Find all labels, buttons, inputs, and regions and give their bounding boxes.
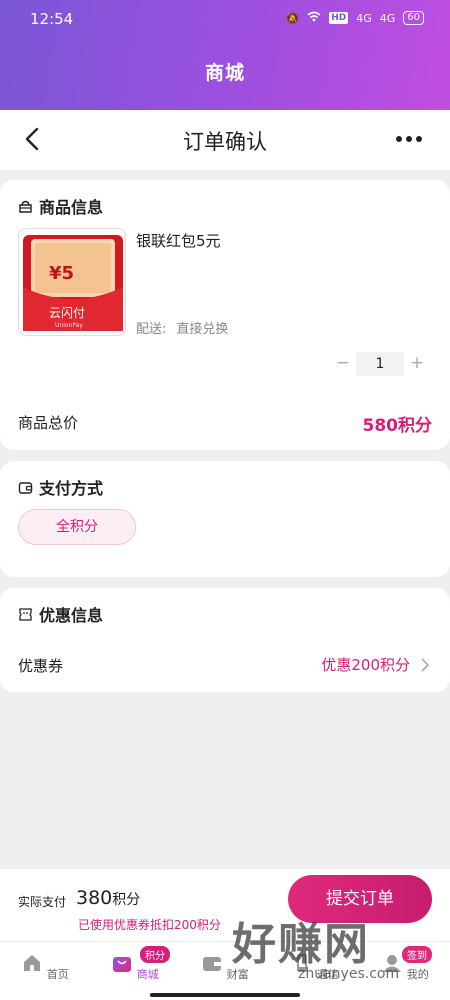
coupon-icon <box>19 607 32 621</box>
app-header: 12:54 🔕 HD 4G 4G 60 商城 <box>0 0 450 110</box>
thumb-amount: ¥5 <box>49 263 74 284</box>
thumb-brand: 云闪付 <box>49 306 85 320</box>
page-title: 订单确认 <box>183 130 267 154</box>
wallet-icon <box>203 957 222 971</box>
quantity-decrease-button[interactable]: − <box>330 352 356 376</box>
home-indicator[interactable] <box>150 993 300 997</box>
signal-icon: 4G <box>356 11 372 25</box>
wallet-icon <box>18 481 33 494</box>
actual-pay-label: 实际支付 <box>18 895 67 909</box>
actual-pay-number: 380 <box>76 887 113 909</box>
payment-section-header: 支付方式 <box>18 475 103 499</box>
app-title: 商城 <box>204 62 245 84</box>
checkin-badge: 签到 <box>402 946 432 963</box>
coupon-value: 优惠200积分 <box>321 656 410 674</box>
product-image[interactable]: ¥5 云闪付 UnionPay <box>18 228 126 336</box>
coupon-label: 优惠券 <box>18 657 64 675</box>
status-bar: 12:54 🔕 HD 4G 4G 60 <box>0 0 450 40</box>
shipping-info: 配送: 直接兑换 <box>136 318 228 337</box>
points-badge: 积分 <box>140 946 170 963</box>
bag-icon <box>19 200 32 213</box>
tab-label: 商城 <box>136 968 159 981</box>
chevron-right-icon <box>421 657 430 672</box>
total-value: 580积分 <box>362 416 433 436</box>
actual-pay-amount: 380积分 <box>76 887 140 909</box>
hd-icon: HD <box>329 12 349 24</box>
shopping-bag-icon <box>113 957 132 972</box>
section-title: 支付方式 <box>39 479 104 498</box>
more-button[interactable] <box>396 136 422 142</box>
product-section-header: 商品信息 <box>18 194 103 218</box>
section-title: 优惠信息 <box>39 606 104 625</box>
nav-bar: 订单确认 <box>0 110 450 170</box>
discount-note: 已使用优惠券抵扣200积分 <box>78 918 221 932</box>
watermark-url: zhuanyes.com <box>298 966 400 982</box>
dot-icon <box>416 136 422 142</box>
watermark-logo: 好赚网 <box>232 919 370 970</box>
coupon-selector[interactable]: 优惠200积分 <box>321 654 430 675</box>
home-icon <box>24 955 41 971</box>
payment-option-points[interactable]: 全积分 <box>18 509 136 545</box>
status-time: 12:54 <box>30 10 74 28</box>
shipping-value: 直接兑换 <box>176 322 229 337</box>
dot-icon <box>396 136 402 142</box>
total-label: 商品总价 <box>18 414 79 432</box>
quantity-stepper: − 1 + <box>330 352 430 376</box>
discount-section-header: 优惠信息 <box>18 602 103 626</box>
thumb-brand-en: UnionPay <box>55 322 83 329</box>
battery-icon: 60 <box>403 11 424 25</box>
product-name: 银联红包5元 <box>136 232 221 250</box>
wifi-icon <box>307 11 321 25</box>
actual-pay-unit: 积分 <box>112 892 141 908</box>
tab-label: 首页 <box>46 968 69 981</box>
tab-home[interactable]: 首页 <box>0 952 90 982</box>
quantity-input[interactable]: 1 <box>356 352 404 376</box>
mute-icon: 🔕 <box>285 11 300 25</box>
shipping-label: 配送: <box>136 322 167 337</box>
discount-card: 优惠信息 优惠券 优惠200积分 <box>0 588 450 692</box>
quantity-increase-button[interactable]: + <box>404 352 430 376</box>
status-icons: 🔕 HD 4G 4G 60 <box>285 11 424 25</box>
tab-label: 我的 <box>406 968 429 981</box>
section-title: 商品信息 <box>39 198 104 217</box>
red-envelope-icon: ¥5 云闪付 UnionPay <box>23 235 123 331</box>
product-card: 商品信息 ¥5 云闪付 UnionPay 银联红包5元 配送: 直接兑换 − 1 … <box>0 180 450 450</box>
signal-icon: 4G <box>379 11 396 25</box>
payment-card: 支付方式 全积分 <box>0 461 450 577</box>
dot-icon <box>406 136 412 142</box>
checkout-bar: 实际支付 380积分 已使用优惠券抵扣200积分 提交订单 <box>0 868 450 941</box>
